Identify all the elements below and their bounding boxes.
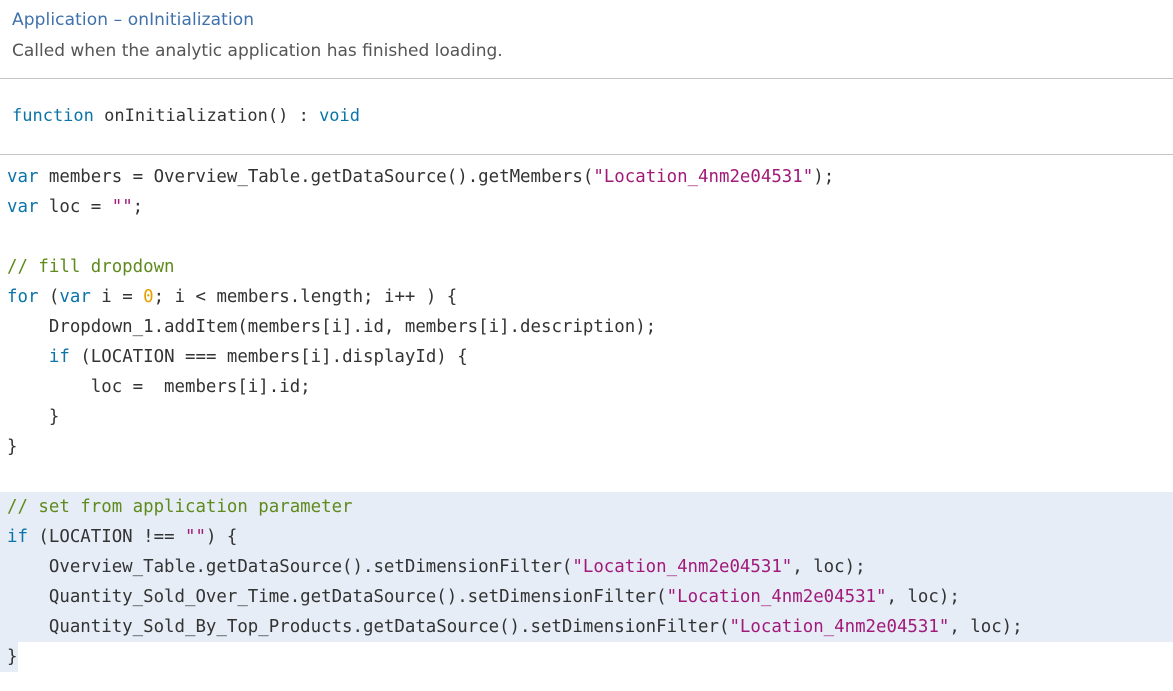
string-token: "Location_4nm2e04531" [729, 617, 950, 637]
keyword-token: var [7, 197, 39, 217]
code-line[interactable]: // set from application parameter [7, 492, 1023, 522]
string-token: "" [185, 527, 206, 547]
string-token: "Location_4nm2e04531" [593, 167, 814, 187]
code-text[interactable]: var members = Overview_Table.getDataSour… [7, 162, 1023, 672]
code-line[interactable]: for (var i = 0; i < members.length; i++ … [7, 282, 1023, 312]
code-line[interactable]: Overview_Table.getDataSource().setDimens… [7, 552, 1023, 582]
code-line[interactable] [7, 462, 1023, 492]
keyword-token: for [7, 287, 39, 307]
code-line[interactable]: var loc = ""; [7, 192, 1023, 222]
code-token: , loc); [792, 557, 866, 577]
code-line[interactable]: } [7, 432, 1023, 462]
code-token: } [7, 407, 60, 427]
keyword-token: void [319, 106, 361, 126]
code-token: ( [38, 287, 60, 307]
script-header: Application – onInitialization Called wh… [0, 0, 1173, 79]
code-token: ); [813, 167, 835, 187]
code-token: i = [90, 287, 144, 307]
code-line[interactable]: } [7, 402, 1023, 432]
code-token: onInitialization() : [93, 106, 320, 126]
keyword-token: var [7, 167, 39, 187]
code-line[interactable]: if (LOCATION === members[i].displayId) { [7, 342, 1023, 372]
code-line[interactable]: var members = Overview_Table.getDataSour… [7, 162, 1023, 192]
code-line[interactable]: } [7, 642, 1023, 672]
function-signature: function onInitialization() : void [12, 106, 360, 126]
code-token: ) { [205, 527, 238, 547]
code-token: Quantity_Sold_Over_Time.getDataSource().… [7, 587, 667, 607]
keyword-token: if [7, 527, 28, 547]
code-token: Dropdown_1.addItem(members[i].id, member… [7, 317, 657, 337]
code-line[interactable]: loc = members[i].id; [7, 372, 1023, 402]
string-token: "Location_4nm2e04531" [572, 557, 793, 577]
code-editor[interactable]: var members = Overview_Table.getDataSour… [0, 162, 1173, 691]
code-token: ; [132, 197, 144, 217]
keyword-token: var [59, 287, 91, 307]
keyword-token: if [48, 347, 70, 367]
code-token: (LOCATION === members[i].displayId) { [69, 347, 468, 367]
string-token: "" [111, 197, 133, 217]
code-token: } [7, 437, 18, 457]
string-token: "Location_4nm2e04531" [666, 587, 887, 607]
keyword-token: function [12, 106, 94, 126]
code-token: Quantity_Sold_By_Top_Products.getDataSou… [7, 617, 730, 637]
code-line[interactable]: Quantity_Sold_Over_Time.getDataSource().… [7, 582, 1023, 612]
code-token: loc = members[i].id; [7, 377, 311, 397]
event-title: Application – onInitialization [12, 10, 255, 30]
code-token: ; i < members.length; i++ ) { [153, 287, 458, 307]
comment-token: // set from application parameter [7, 497, 353, 517]
code-line[interactable]: if (LOCATION !== "") { [7, 522, 1023, 552]
code-token: , loc); [886, 587, 960, 607]
function-signature-block: function onInitialization() : void [0, 79, 1173, 155]
code-token: members = Overview_Table.getDataSource()… [38, 167, 594, 187]
code-line[interactable]: Dropdown_1.addItem(members[i].id, member… [7, 312, 1023, 342]
code-token: , loc); [949, 617, 1023, 637]
code-token: (LOCATION !== [27, 527, 186, 547]
code-token: Overview_Table.getDataSource().setDimens… [7, 557, 573, 577]
comment-token: // fill dropdown [7, 257, 175, 277]
event-description: Called when the analytic application has… [12, 41, 503, 61]
code-token: } [7, 647, 18, 667]
number-token: 0 [143, 287, 154, 307]
code-line[interactable]: Quantity_Sold_By_Top_Products.getDataSou… [7, 612, 1023, 642]
code-line[interactable]: // fill dropdown [7, 252, 1023, 282]
code-line[interactable] [7, 222, 1023, 252]
code-token: loc = [38, 197, 112, 217]
